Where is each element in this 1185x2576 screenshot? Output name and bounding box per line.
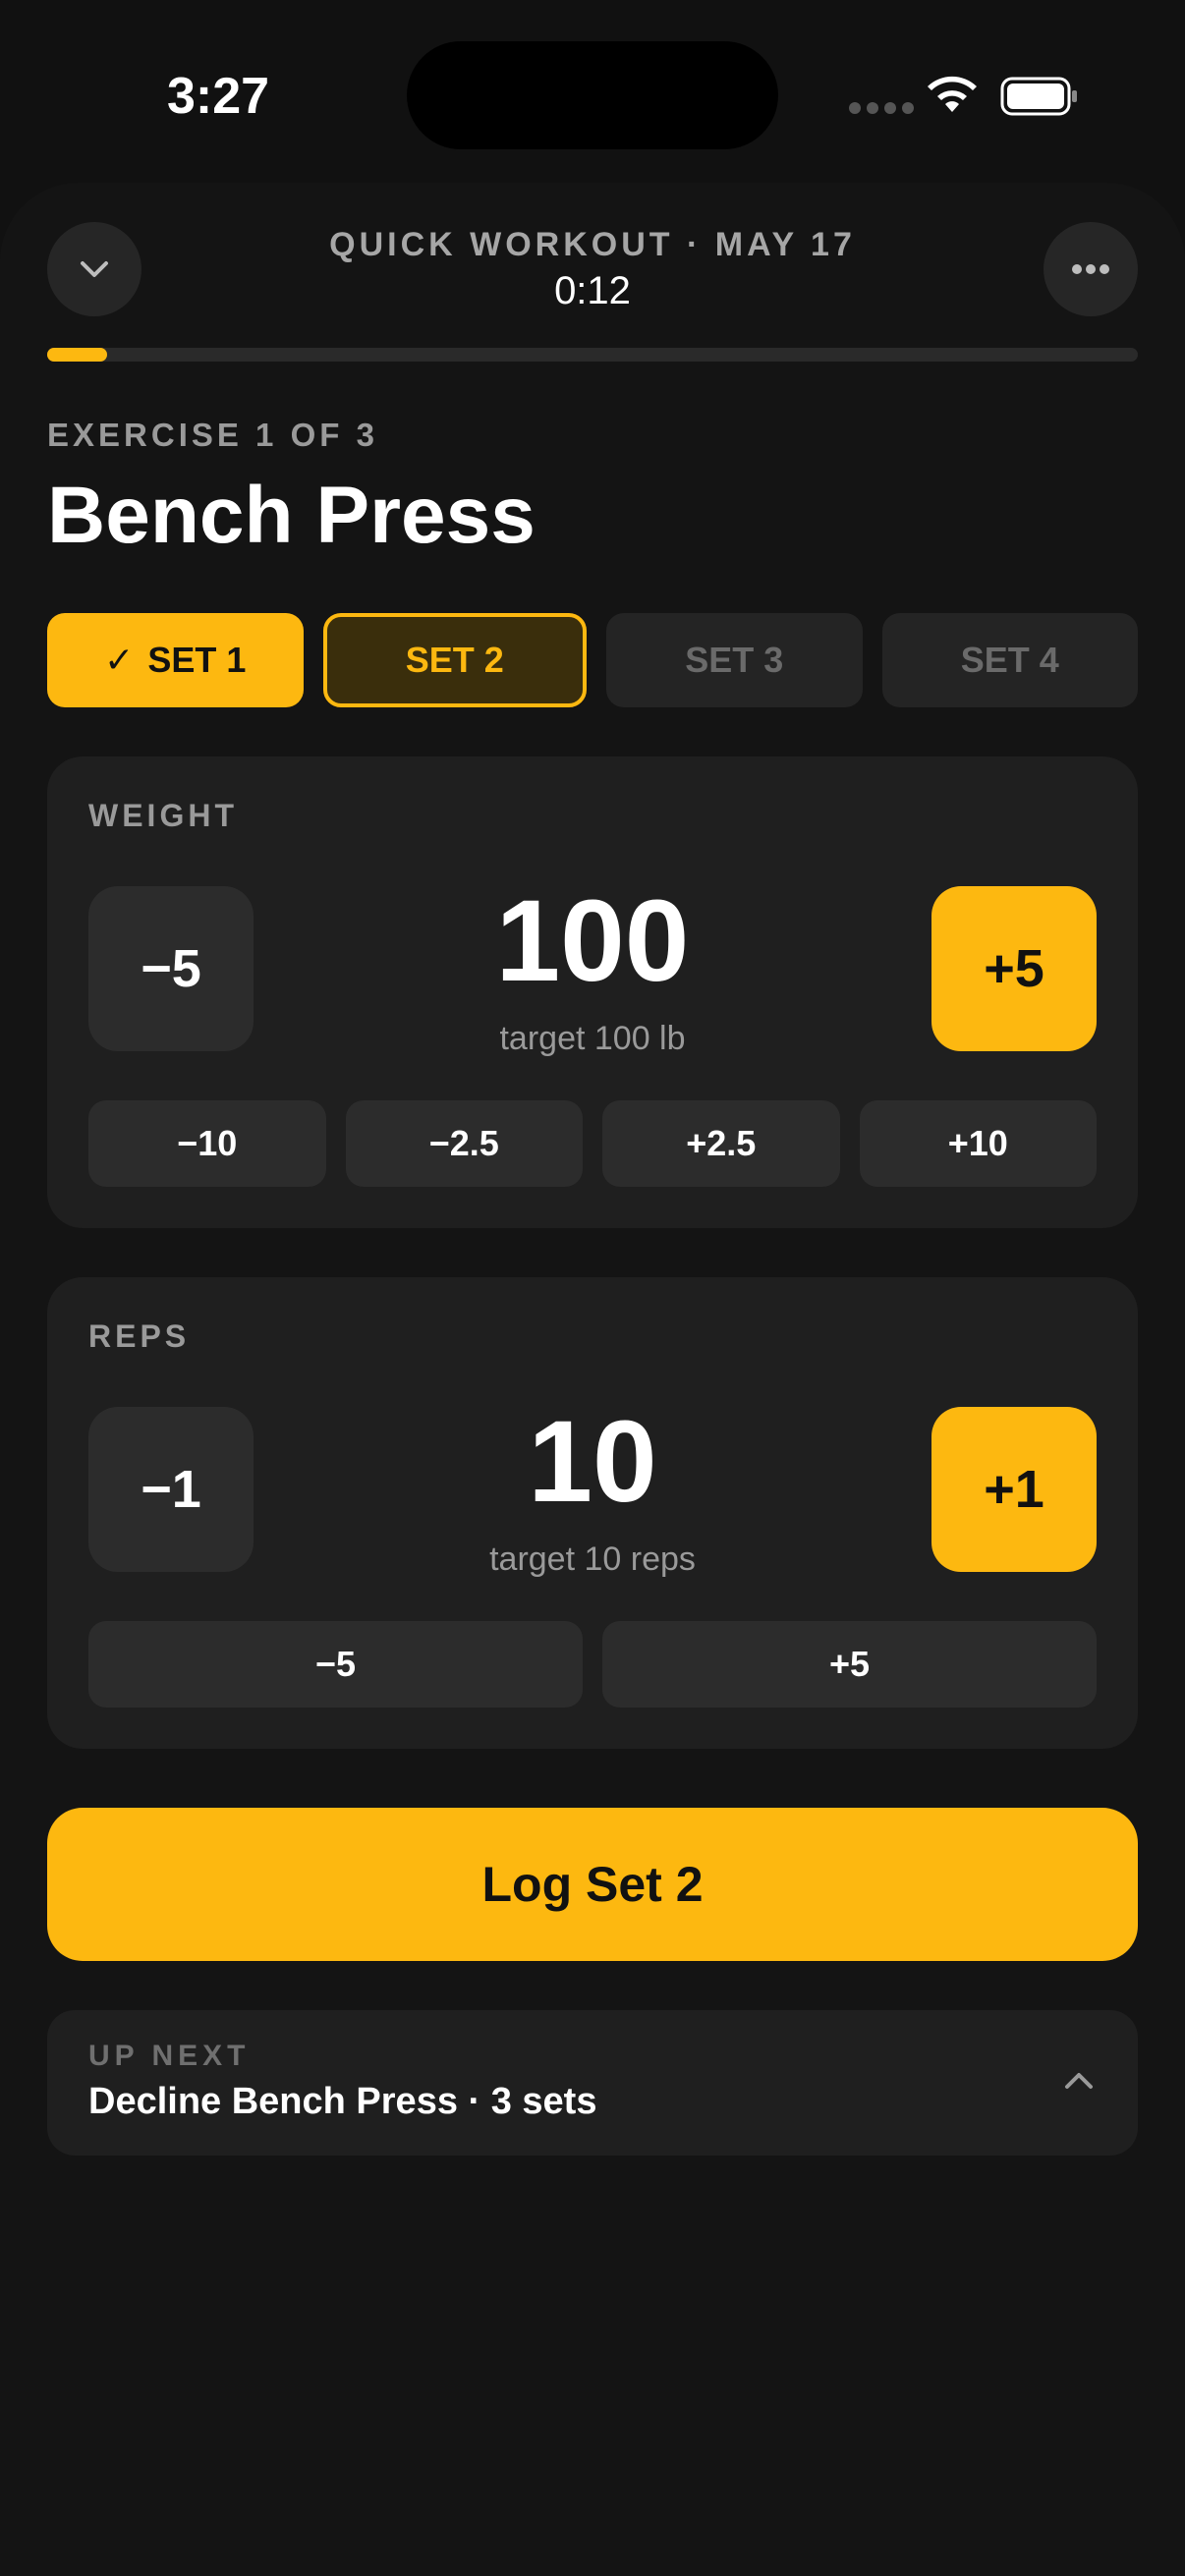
set-tab-4[interactable]: SET 4	[881, 613, 1138, 707]
weight-label: WEIGHT	[88, 798, 238, 833]
workout-title: QUICK WORKOUT · MAY 17	[329, 226, 856, 263]
set-tabs: ✓ SET 1 SET 2 SET 3 SET 4	[47, 613, 1138, 707]
weight-minus-10-button[interactable]: −10	[88, 1100, 326, 1187]
weight-target: target 100 lb	[499, 1020, 686, 1057]
reps-value: 10	[528, 1397, 657, 1527]
wifi-icon	[928, 76, 977, 112]
dynamic-island	[407, 41, 778, 149]
weight-decrease-button[interactable]: −5	[88, 886, 254, 1051]
weight-quick-adjust: −10 −2.5 +2.5 +10	[88, 1100, 1097, 1187]
set-tab-label: SET 1	[147, 640, 247, 680]
set-tab-label: SET 3	[685, 640, 784, 680]
weight-plus-10-button[interactable]: +10	[859, 1100, 1097, 1187]
weight-plus-2-5-button[interactable]: +2.5	[602, 1100, 840, 1187]
set-tab-2[interactable]: SET 2	[322, 613, 587, 707]
workout-progress-bar	[47, 348, 1138, 362]
status-time: 3:27	[167, 68, 270, 125]
set-tab-label: SET 2	[405, 640, 504, 680]
reps-decrease-button[interactable]: −1	[88, 1407, 254, 1572]
workout-timer: 0:12	[554, 269, 631, 312]
more-icon	[1072, 264, 1109, 274]
reps-card: REPS −1 10 target 10 reps +1 −5 +5	[47, 1277, 1138, 1749]
set-tab-1[interactable]: ✓ SET 1	[47, 613, 304, 707]
log-set-button[interactable]: Log Set 2	[47, 1808, 1138, 1961]
chevron-down-icon	[81, 261, 108, 277]
exercise-title: Bench Press	[47, 471, 536, 560]
cellular-signal-icon	[849, 102, 914, 114]
weight-increase-button[interactable]: +5	[931, 886, 1097, 1051]
weight-minus-2-5-button[interactable]: −2.5	[345, 1100, 583, 1187]
reps-plus-5-button[interactable]: +5	[602, 1621, 1097, 1708]
reps-increase-button[interactable]: +1	[931, 1407, 1097, 1572]
workout-progress-fill	[47, 348, 108, 362]
more-button[interactable]	[1044, 222, 1138, 316]
reps-label: REPS	[88, 1318, 191, 1354]
check-icon: ✓	[104, 640, 135, 680]
reps-minus-5-button[interactable]: −5	[88, 1621, 583, 1708]
status-bar: 3:27	[0, 0, 1185, 187]
exercise-counter: EXERCISE 1 OF 3	[47, 417, 378, 453]
weight-value: 100	[495, 876, 690, 1006]
set-tab-3[interactable]: SET 3	[606, 613, 863, 707]
reps-target: target 10 reps	[489, 1540, 696, 1578]
up-next-card[interactable]: UP NEXT Decline Bench Press · 3 sets	[47, 2010, 1138, 2156]
set-tab-label: SET 4	[960, 640, 1059, 680]
chevron-up-icon[interactable]	[1059, 2061, 1099, 2100]
battery-icon	[1000, 77, 1077, 116]
weight-card: WEIGHT −5 100 target 100 lb +5 −10 −2.5 …	[47, 756, 1138, 1228]
collapse-button[interactable]	[47, 222, 141, 316]
up-next-exercise: Decline Bench Press · 3 sets	[88, 2081, 597, 2122]
up-next-label: UP NEXT	[88, 2040, 251, 2072]
reps-quick-adjust: −5 +5	[88, 1621, 1097, 1708]
